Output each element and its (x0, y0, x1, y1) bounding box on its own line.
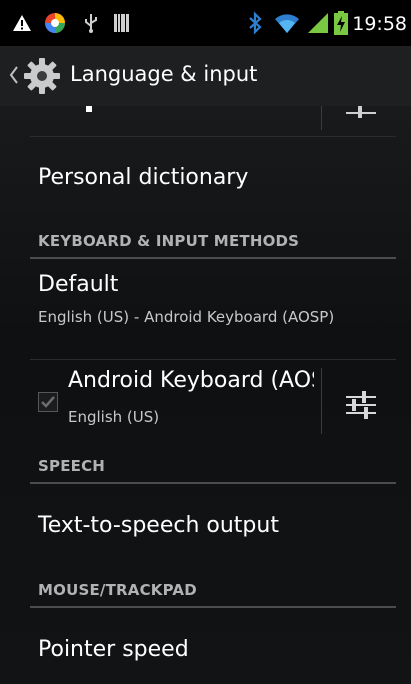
default-label: Default (38, 272, 119, 297)
pointer-speed-item[interactable]: Pointer speed (0, 608, 411, 684)
status-clock: 19:58 (352, 13, 407, 35)
section-header-mouse: MOUSE/TRACKPAD (38, 581, 197, 599)
section-header-speech: SPEECH (38, 457, 106, 475)
partially-visible-row[interactable] (0, 106, 411, 136)
battery-charging-icon (334, 11, 348, 35)
status-bar: 19:58 (0, 0, 411, 46)
page-title: Language & input (70, 62, 258, 86)
partial-settings-icon[interactable] (344, 106, 378, 118)
keyboard-enabled-checkbox[interactable] (38, 392, 58, 412)
barcode-icon (114, 14, 129, 32)
app-notification-icon (45, 13, 65, 33)
tts-output-label: Text-to-speech output (38, 513, 279, 538)
action-bar: Language & input (0, 46, 411, 106)
personal-dictionary-label: Personal dictionary (38, 165, 249, 190)
android-keyboard-label: Android Keyboard (AOSP) (68, 368, 314, 393)
default-input-item[interactable]: Default English (US) - Android Keyboard … (0, 259, 411, 359)
default-subtitle: English (US) - Android Keyboard (AOSP) (38, 308, 335, 326)
wifi-icon (275, 14, 299, 33)
signal-icon (308, 13, 328, 33)
bluetooth-icon (249, 11, 262, 35)
usb-icon (85, 14, 97, 33)
android-keyboard-subtitle: English (US) (68, 408, 160, 426)
settings-list[interactable]: Personal dictionary KEYBOARD & INPUT MET… (0, 106, 411, 684)
personal-dictionary-item[interactable]: Personal dictionary (0, 137, 411, 223)
tts-output-item[interactable]: Text-to-speech output (0, 484, 411, 570)
keyboard-settings-icon[interactable] (344, 388, 378, 422)
section-header-keyboard: KEYBOARD & INPUT METHODS (38, 232, 300, 250)
vertical-divider (321, 368, 322, 434)
warning-icon (13, 15, 31, 31)
settings-gear-icon[interactable] (22, 56, 62, 96)
up-caret-icon[interactable] (9, 66, 18, 84)
pointer-speed-label: Pointer speed (38, 637, 189, 662)
